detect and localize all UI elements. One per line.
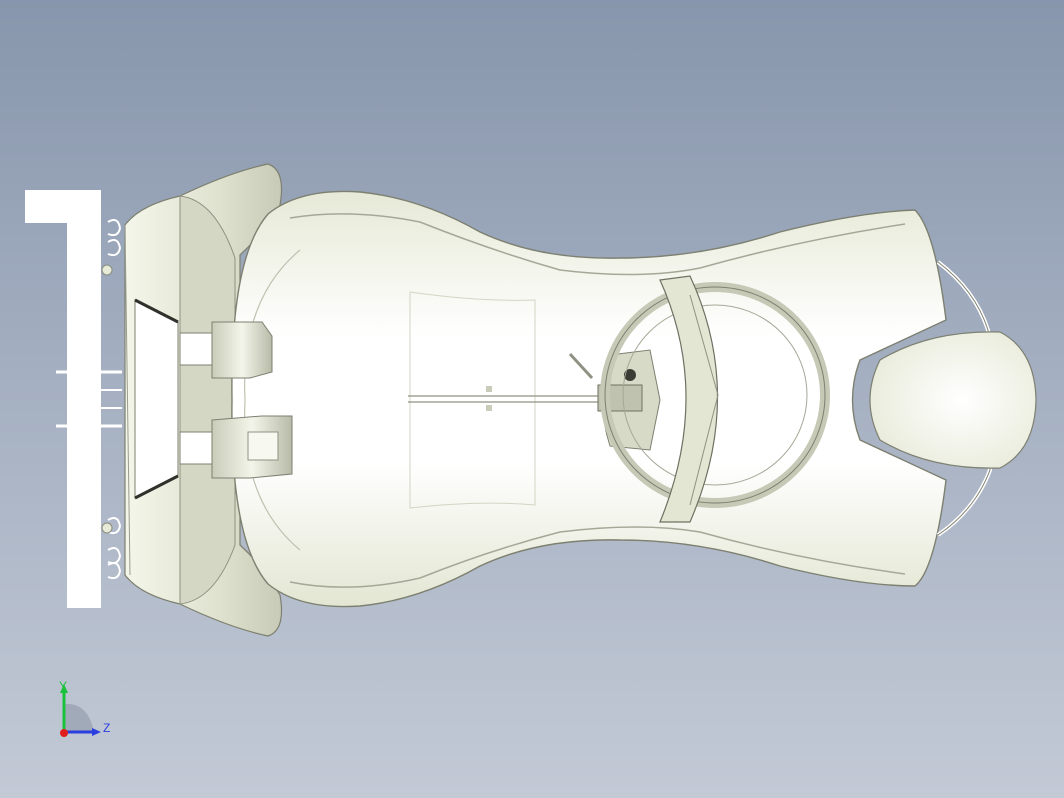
z-axis-label: Z — [103, 721, 111, 735]
kart-body — [231, 190, 947, 608]
y-axis-label: Y — [59, 679, 68, 693]
cad-3d-viewport[interactable]: Y Z — [0, 0, 1064, 798]
rear-bracket — [25, 190, 122, 608]
x-axis-dot — [60, 729, 68, 737]
axis-triad: Y Z — [48, 676, 118, 746]
rear-hooks — [101, 219, 122, 580]
seat — [869, 331, 1037, 469]
kart-model[interactable] — [0, 0, 1064, 798]
